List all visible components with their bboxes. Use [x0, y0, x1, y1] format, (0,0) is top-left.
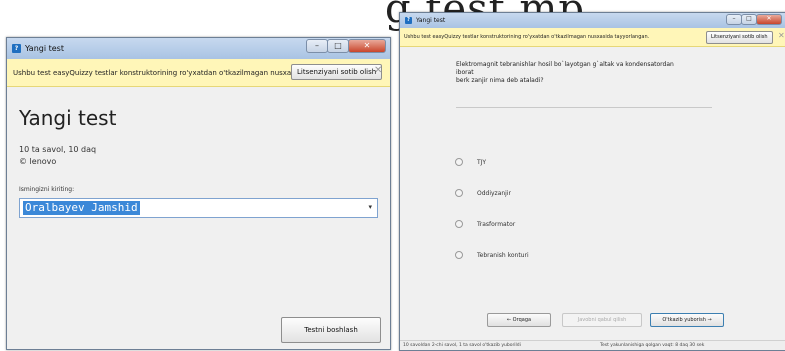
answer-option[interactable]: Trasformator [455, 220, 515, 228]
chevron-down-icon[interactable]: ▾ [368, 203, 372, 211]
titlebar[interactable]: ? Yangi test – □ ✕ [7, 38, 390, 59]
minimize-button[interactable]: – [726, 14, 742, 25]
radio-button[interactable] [455, 220, 463, 228]
window-controls: – □ ✕ [306, 39, 386, 53]
question-mark-icon: ? [12, 44, 21, 53]
question-line: Elektromagnit tebranishlar hosil bo`layo… [456, 61, 674, 68]
question-text: Elektromagnit tebranishlar hosil bo`layo… [456, 61, 716, 85]
test-meta-questions: 10 ta savol, 10 daq [19, 145, 97, 154]
answer-label[interactable]: Tebranish konturi [477, 252, 529, 259]
question-divider [456, 107, 712, 108]
maximize-button[interactable]: □ [741, 14, 757, 25]
answer-option[interactable]: Tebranish konturi [455, 251, 529, 259]
question-window: ? Yangi test – □ ✕ Ushbu test easyQuizzy… [399, 12, 785, 351]
answer-option[interactable]: TJY [455, 158, 486, 166]
unregistered-infobar: Ushbu test easyQuizzy testlar konstrukto… [400, 28, 785, 47]
name-label: Ismingizni kiriting: [19, 186, 75, 193]
start-test-button[interactable]: Testni boshlash [281, 317, 381, 343]
question-mark-icon: ? [405, 17, 412, 24]
radio-button[interactable] [455, 251, 463, 259]
back-button[interactable]: ← Orqaga [487, 313, 551, 327]
name-input[interactable]: Oralbayev Jamshid ▾ [19, 198, 378, 218]
infobar-close-icon[interactable]: ✕ [778, 31, 785, 40]
answer-option[interactable]: Oddiyzanjir [455, 189, 511, 197]
radio-button[interactable] [455, 189, 463, 197]
start-window: ? Yangi test – □ ✕ Ushbu test easyQuizzy… [6, 37, 391, 350]
close-button[interactable]: ✕ [348, 39, 386, 53]
skip-button[interactable]: O'tkazib yuborish → [650, 313, 724, 327]
maximize-button[interactable]: □ [327, 39, 349, 53]
answer-label[interactable]: TJY [477, 159, 486, 166]
radio-button[interactable] [455, 158, 463, 166]
test-meta-author: © lenovo [19, 157, 57, 166]
infobar-close-icon[interactable]: ✕ [374, 65, 382, 76]
time-remaining: Test yakunlanishiga qolgan vaqt: 8 daq 3… [600, 343, 705, 348]
test-title: Yangi test [19, 106, 117, 130]
buy-license-button[interactable]: Litsenziyani sotib olish [706, 31, 773, 44]
status-bar: 10 savoldan 2-chi savol, 1 ta savol o'tk… [400, 340, 785, 350]
window-controls: – □ ✕ [726, 14, 782, 25]
close-button[interactable]: ✕ [756, 14, 782, 25]
titlebar[interactable]: ? Yangi test – □ ✕ [400, 13, 785, 28]
question-line: berk zanjir nima deb ataladi? [456, 77, 544, 84]
window-title: Yangi test [416, 17, 446, 24]
unregistered-infobar: Ushbu test easyQuizzy testlar konstrukto… [7, 59, 390, 87]
answer-label[interactable]: Trasformator [477, 221, 515, 228]
name-value[interactable]: Oralbayev Jamshid [23, 201, 140, 215]
navigation-row: ← Orqaga Javobni qabul qilish O'tkazib y… [400, 313, 785, 331]
progress-status: 10 savoldan 2-chi savol, 1 ta savol o'tk… [403, 343, 521, 348]
question-line: iborat [456, 69, 474, 76]
answer-label[interactable]: Oddiyzanjir [477, 190, 511, 197]
window-title: Yangi test [25, 44, 64, 53]
accept-answer-button[interactable]: Javobni qabul qilish [562, 313, 642, 327]
infobar-text: Ushbu test easyQuizzy testlar konstrukto… [404, 34, 650, 40]
minimize-button[interactable]: – [306, 39, 328, 53]
buy-license-button[interactable]: Litsenziyani sotib olish [291, 64, 383, 80]
